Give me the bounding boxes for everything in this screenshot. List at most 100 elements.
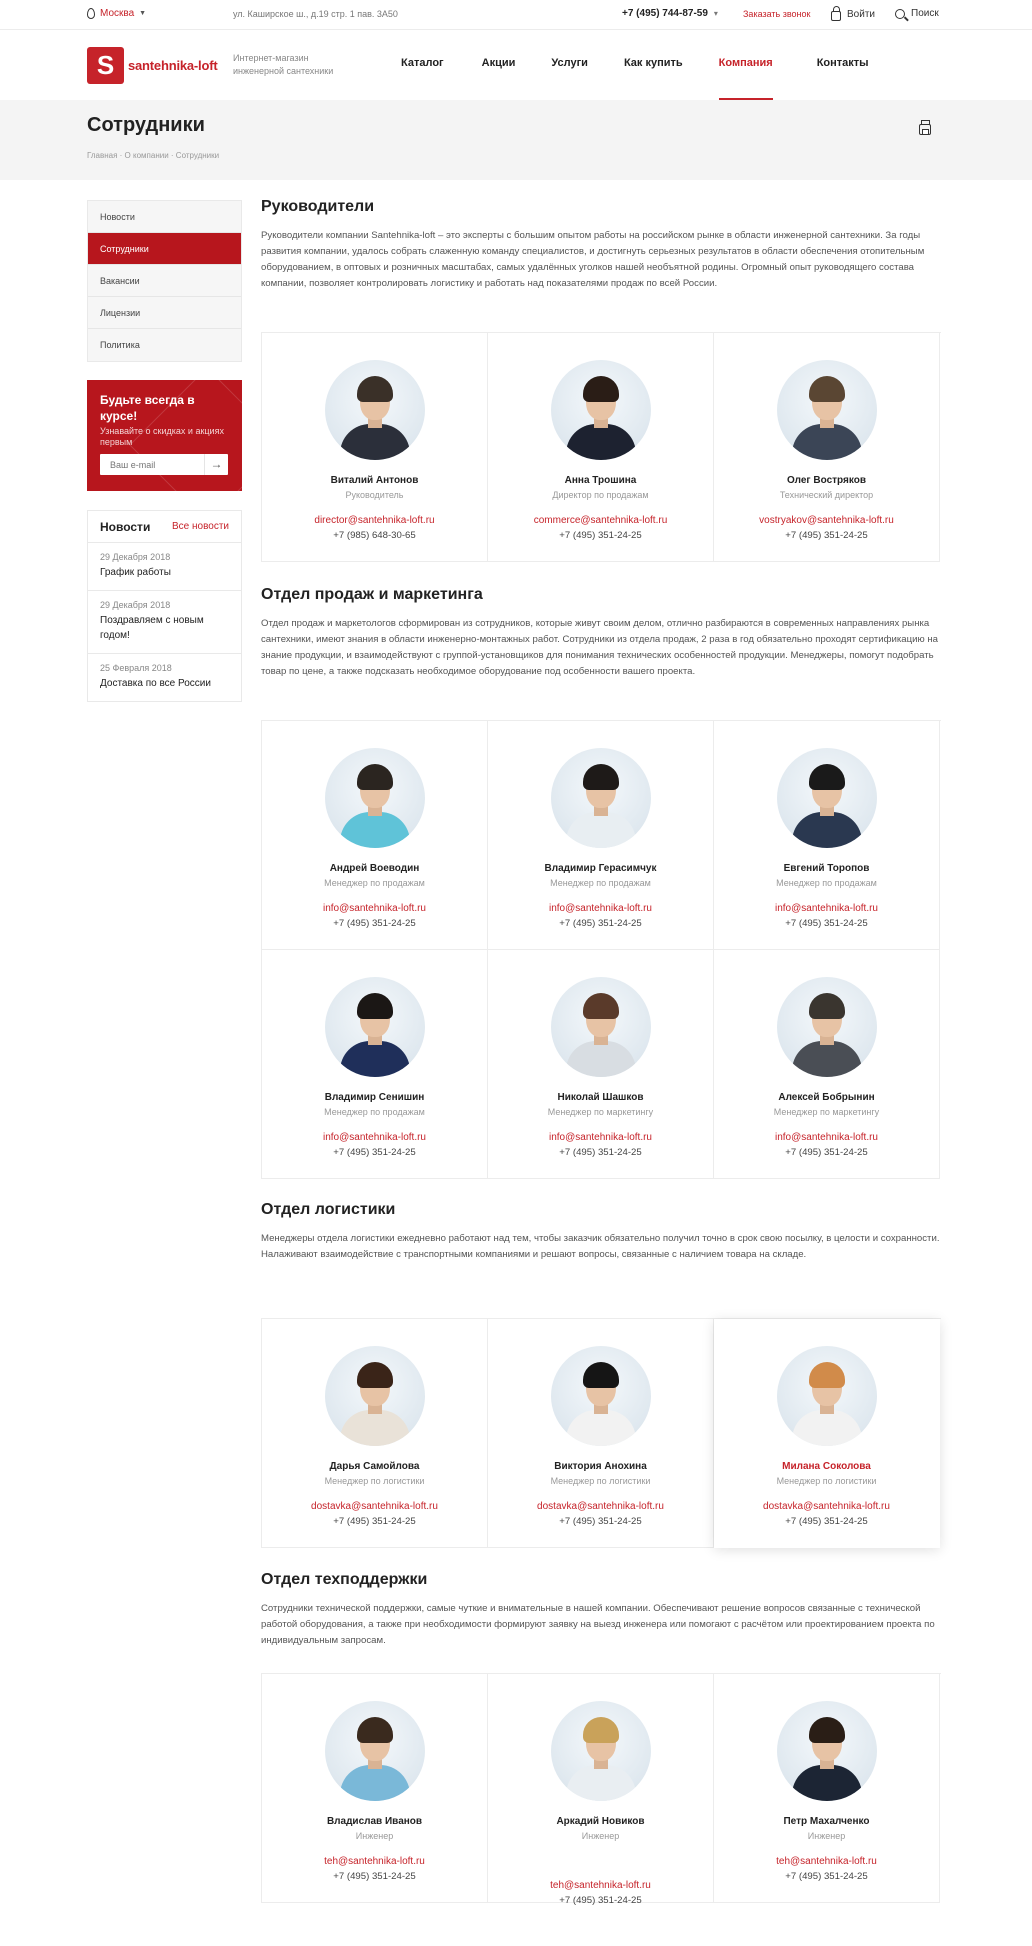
person-card[interactable]: Владислав Иванов Инженер teh@santehnika-lo… [262, 1674, 488, 1903]
person-email-link[interactable]: teh@santehnika-loft.ru [714, 1856, 939, 1867]
person-name: Владимир Герасимчук [544, 863, 657, 874]
person-name: Милана Соколова [782, 1461, 871, 1472]
person-name: Владимир Сенишин [324, 1092, 425, 1103]
person-card[interactable]: Аркадий Новиков Инженер teh@santehnika-lof… [488, 1674, 714, 1906]
news-item[interactable]: 29 Декабря 2018 График работы [88, 543, 241, 591]
news-item[interactable]: 25 Февраля 2018 Доставка по все России [88, 654, 241, 701]
person-email-link[interactable]: dostavka@santehnika-loft.ru [714, 1501, 939, 1512]
person-card[interactable]: Олег Востряков Технический директор vostry… [714, 333, 940, 562]
people-grid-leaders: Виталий Антонов Руководитель director@sant… [261, 332, 941, 562]
sidebar-item-3[interactable]: Лицензии [88, 297, 241, 329]
subscribe-form: → [100, 454, 228, 475]
sidebar-item-1[interactable]: Сотрудники [88, 233, 241, 265]
person-email-link[interactable]: info@santehnika-loft.ru [488, 903, 713, 914]
person-email-link[interactable]: teh@santehnika-loft.ru [262, 1856, 487, 1867]
callback-link[interactable]: Заказать звонок [743, 9, 810, 19]
search-button[interactable]: Поиск [895, 8, 939, 19]
login-button[interactable]: Войти [831, 6, 875, 21]
person-email-link[interactable]: dostavka@santehnika-loft.ru [262, 1501, 487, 1512]
nav-item-2[interactable]: Услуги [551, 30, 588, 100]
person-card[interactable]: Петр Махалченко Инженер teh@santehnika-lof… [714, 1674, 940, 1903]
person-card[interactable]: Владимир Герасимчук Менеджер по продажам i… [488, 721, 714, 950]
all-news-link[interactable]: Все новости [172, 521, 229, 532]
person-name: Виталий Антонов [330, 475, 419, 486]
person-card[interactable]: Милана Соколова Менеджер по логистики dost… [714, 1319, 940, 1548]
person-name: Алексей Бобрынин [778, 1092, 875, 1103]
person-position: Менеджер по продажам [324, 878, 425, 888]
news-date: 25 Февраля 2018 [100, 663, 172, 673]
person-email-link[interactable]: info@santehnika-loft.ru [262, 1132, 487, 1143]
person-name: Петр Махалченко [783, 1816, 870, 1827]
news-headline[interactable]: График работы [100, 565, 229, 580]
sidebar-item-4[interactable]: Политика [88, 329, 241, 361]
person-position: Руководитель [345, 490, 404, 500]
nav-item-4[interactable]: Компания [718, 30, 773, 100]
person-card[interactable]: Анна Трошина Директор по продажам commerce… [488, 333, 714, 562]
news-headline[interactable]: Поздравляем с новым годом! [100, 613, 229, 643]
avatar [551, 977, 651, 1077]
person-card[interactable]: Алексей Бобрынин Менеджер по маркетингу in… [714, 950, 940, 1179]
person-email-link[interactable]: commerce@santehnika-loft.ru [488, 515, 713, 526]
person-card[interactable]: Дарья Самойлова Менеджер по логистики dost… [262, 1319, 488, 1548]
subscribe-description: Узнавайте о скидках и акциях первым [100, 426, 224, 447]
phone-label: +7 (495) 744-87-59 [622, 8, 708, 19]
nav-item-5[interactable]: Контакты [817, 30, 869, 100]
avatar [777, 977, 877, 1077]
person-email-link[interactable]: info@santehnika-loft.ru [262, 903, 487, 914]
person-card[interactable]: Виктория Анохина Менеджер по логистики dos… [488, 1319, 714, 1548]
main-nav: Каталог Акции Услуги Как купить Компания Конт… [395, 30, 869, 100]
phone-number[interactable]: +7 (495) 744-87-59 ▾ [622, 8, 718, 19]
person-name: Николай Шашков [557, 1092, 644, 1103]
person-email-link[interactable]: director@santehnika-loft.ru [262, 515, 487, 526]
sidebar-item-0[interactable]: Новости [88, 201, 241, 233]
person-position: Менеджер по продажам [324, 1107, 425, 1117]
city-selector[interactable]: Москва ▼ [87, 8, 146, 19]
sidebar-item-2[interactable]: Вакансии [88, 265, 241, 297]
section-title: Отдел продаж и маркетинга [261, 586, 483, 603]
avatar [325, 1701, 425, 1801]
section-leaders: Руководители Руководители компании Sante… [261, 198, 941, 292]
person-position: Менеджер по маркетингу [773, 1107, 880, 1117]
avatar [551, 360, 651, 460]
subscribe-block: Будьте всегда в курсе! Узнавайте о скидк… [87, 380, 242, 491]
person-email-link[interactable]: vostryakov@santehnika-loft.ru [714, 515, 939, 526]
person-card[interactable]: Андрей Воеводин Менеджер по продажам info@… [262, 721, 488, 950]
arrow-right-icon[interactable]: → [204, 454, 228, 475]
email-field[interactable] [100, 454, 200, 475]
header: S santehnika-loft Интернет-магазин инжен… [0, 30, 1032, 100]
person-card[interactable]: Николай Шашков Менеджер по маркетингу info… [488, 950, 714, 1179]
person-email-link[interactable]: dostavka@santehnika-loft.ru [488, 1501, 713, 1512]
person-position: Инженер [355, 1831, 394, 1841]
nav-item-1[interactable]: Акции [482, 30, 516, 100]
section-logistics: Отдел логистики Менеджеры отдела логисти… [261, 1201, 941, 1263]
person-position: Менеджер по логистики [776, 1476, 877, 1486]
news-header: Новости Все новости [88, 511, 241, 543]
person-email-link[interactable]: info@santehnika-loft.ru [714, 1132, 939, 1143]
person-card[interactable]: Евгений Торопов Менеджер по продажам info@… [714, 721, 940, 950]
person-phone: +7 (495) 351-24-25 [559, 918, 642, 929]
person-phone: +7 (495) 351-24-25 [559, 1895, 642, 1906]
person-name: Анна Трошина [564, 475, 637, 486]
nav-item-3[interactable]: Как купить [624, 30, 683, 100]
section-description: Сотрудники технической поддержки, самые … [261, 1603, 935, 1646]
news-headline[interactable]: Доставка по все России [100, 676, 229, 691]
nav-item-0[interactable]: Каталог [401, 30, 444, 100]
person-card[interactable]: Владимир Сенишин Менеджер по продажам info… [262, 950, 488, 1179]
news-item[interactable]: 29 Декабря 2018 Поздравляем с новым годом… [88, 591, 241, 654]
person-position: Менеджер по продажам [550, 878, 651, 888]
breadcrumb[interactable]: Главная · О компании · Сотрудники [87, 151, 219, 160]
person-phone: +7 (495) 351-24-25 [333, 918, 416, 929]
person-card[interactable]: Виталий Антонов Руководитель director@sant… [262, 333, 488, 562]
person-email-link[interactable]: info@santehnika-loft.ru [488, 1132, 713, 1143]
person-email-link[interactable]: info@santehnika-loft.ru [714, 903, 939, 914]
person-phone: +7 (985) 648-30-65 [333, 530, 416, 541]
print-icon[interactable] [919, 120, 931, 135]
section-description: Руководители компании Santehnika-loft – … [261, 230, 925, 289]
sidebar-menu: Новости Сотрудники Вакансии Лицензии Политик… [87, 200, 242, 362]
logo[interactable]: S santehnika-loft [87, 47, 218, 84]
person-name: Виктория Анохина [554, 1461, 647, 1472]
person-email-link[interactable]: teh@santehnika-loft.ru [488, 1880, 713, 1891]
section-support: Отдел техподдержки Сотрудники техническо… [261, 1571, 941, 1649]
person-name: Аркадий Новиков [556, 1816, 645, 1827]
chevron-down-icon: ▾ [713, 9, 718, 18]
